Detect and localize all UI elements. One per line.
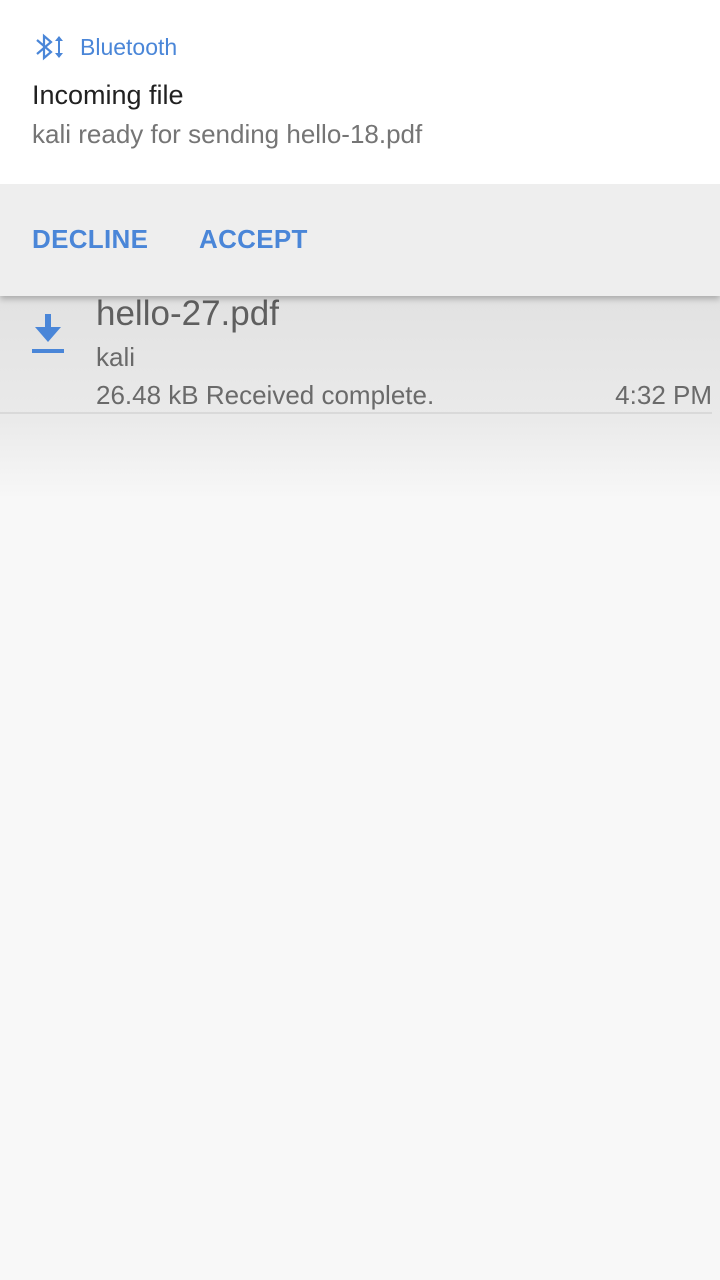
sender-name: kali bbox=[96, 342, 136, 372]
notification-actions: DECLINE ACCEPT bbox=[0, 184, 720, 296]
notification-body[interactable]: Bluetooth Incoming file kali ready for s… bbox=[0, 0, 720, 184]
app-name: Bluetooth bbox=[80, 34, 178, 60]
transfer-status: 26.48 kB Received complete. bbox=[96, 380, 435, 410]
notification-text: kali ready for sending hello-18.pdf bbox=[32, 119, 423, 149]
transfer-row[interactable]: hello-27.pdf kali 26.48 kB Received comp… bbox=[0, 290, 712, 414]
bluetooth-transfer-icon bbox=[34, 32, 66, 62]
transfer-time: 4:32 PM bbox=[615, 380, 712, 410]
screen: hello-27.pdf kali 26.48 kB Received comp… bbox=[0, 0, 720, 1280]
accept-button[interactable]: ACCEPT bbox=[199, 224, 308, 255]
decline-button[interactable]: DECLINE bbox=[32, 224, 148, 255]
incoming-file-notification[interactable]: Bluetooth Incoming file kali ready for s… bbox=[0, 0, 720, 296]
download-icon bbox=[30, 314, 66, 354]
notification-title: Incoming file bbox=[32, 80, 184, 110]
file-name: hello-27.pdf bbox=[96, 294, 279, 333]
